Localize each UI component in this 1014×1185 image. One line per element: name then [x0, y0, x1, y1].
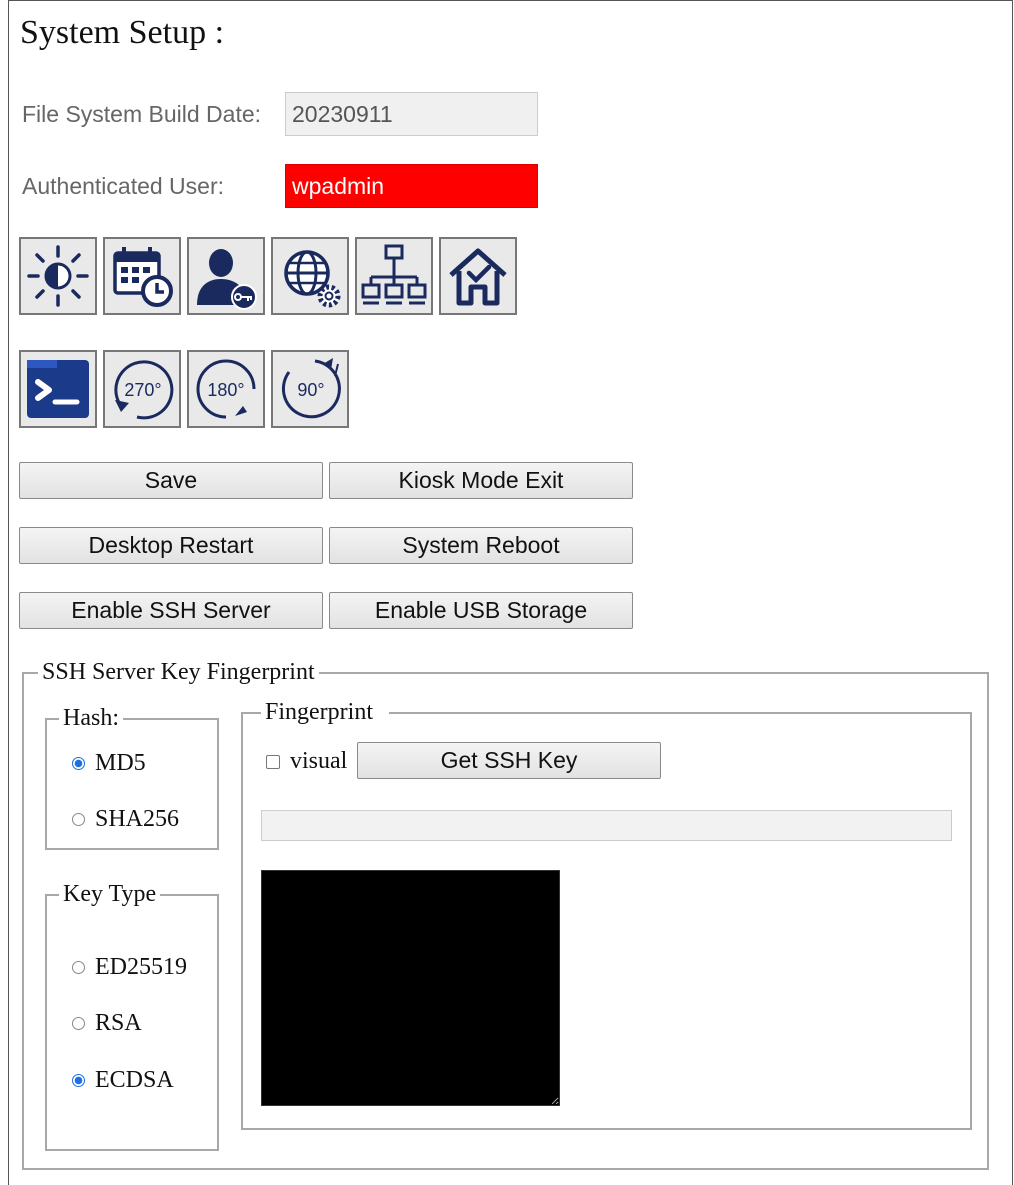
brightness-icon [27, 245, 89, 307]
enable-usb-storage-button[interactable]: Enable USB Storage [329, 592, 633, 629]
page-title: System Setup : [20, 14, 225, 51]
globe-settings-icon [284, 250, 341, 308]
terminal-icon [27, 360, 89, 418]
network-settings-button[interactable] [271, 237, 349, 315]
sha256-label: SHA256 [95, 806, 180, 832]
brightness-button[interactable] [19, 237, 97, 315]
ecdsa-label: ECDSA [95, 1067, 174, 1093]
rsa-label: RSA [95, 1010, 142, 1036]
terminal-button[interactable] [19, 350, 97, 428]
enable-ssh-server-button[interactable]: Enable SSH Server [19, 592, 323, 629]
user-key-icon [197, 249, 257, 310]
kiosk-mode-exit-button[interactable]: Kiosk Mode Exit [329, 462, 633, 499]
key-type-legend: Key Type [63, 881, 157, 907]
ed25519-label: ED25519 [95, 954, 187, 980]
key-type-option-rsa[interactable]: RSA [72, 1010, 142, 1037]
rsa-radio[interactable] [72, 1017, 85, 1030]
visual-label: visual [290, 748, 348, 774]
build-date-label: File System Build Date: [22, 101, 262, 127]
datetime-button[interactable] [103, 237, 181, 315]
md5-radio[interactable] [72, 757, 85, 770]
fingerprint-output-field[interactable] [261, 810, 952, 841]
save-button[interactable]: Save [19, 462, 323, 499]
fingerprint-visual-textarea[interactable] [261, 870, 560, 1106]
rotate-180-label: 180° [207, 380, 244, 400]
key-type-option-ed25519[interactable]: ED25519 [72, 954, 187, 981]
build-date-field [285, 92, 538, 136]
rotate-90-icon: 90° [281, 358, 341, 419]
visual-option[interactable]: visual [266, 748, 347, 775]
ecdsa-radio[interactable] [72, 1074, 85, 1087]
rotate-270-button[interactable]: 270° [103, 350, 181, 428]
calendar-clock-icon [113, 247, 173, 307]
hash-legend: Hash: [63, 705, 119, 731]
key-type-option-ecdsa[interactable]: ECDSA [72, 1067, 174, 1094]
rotate-90-button[interactable]: 90° [271, 350, 349, 428]
sha256-radio[interactable] [72, 813, 85, 826]
rotate-180-button[interactable]: 180° [187, 350, 265, 428]
md5-label: MD5 [95, 750, 146, 776]
home-check-icon [449, 248, 507, 306]
lan-button[interactable] [355, 237, 433, 315]
user-auth-button[interactable] [187, 237, 265, 315]
auth-user-field [285, 164, 538, 208]
home-button[interactable] [439, 237, 517, 315]
rotate-180-icon: 180° [196, 359, 256, 419]
rotate-270-label: 270° [124, 380, 161, 400]
visual-checkbox[interactable] [266, 754, 280, 769]
hash-option-md5[interactable]: MD5 [72, 750, 146, 777]
network-icon [361, 244, 427, 305]
system-reboot-button[interactable]: System Reboot [329, 527, 633, 564]
rotate-90-label: 90° [297, 380, 324, 400]
rotate-270-icon: 270° [114, 360, 174, 420]
ed25519-radio[interactable] [72, 961, 85, 974]
ssh-fingerprint-legend: SSH Server Key Fingerprint [42, 659, 315, 685]
hash-option-sha256[interactable]: SHA256 [72, 806, 179, 833]
get-ssh-key-button[interactable]: Get SSH Key [357, 742, 661, 779]
desktop-restart-button[interactable]: Desktop Restart [19, 527, 323, 564]
auth-user-label: Authenticated User: [22, 173, 225, 199]
fingerprint-legend: Fingerprint [265, 699, 373, 725]
